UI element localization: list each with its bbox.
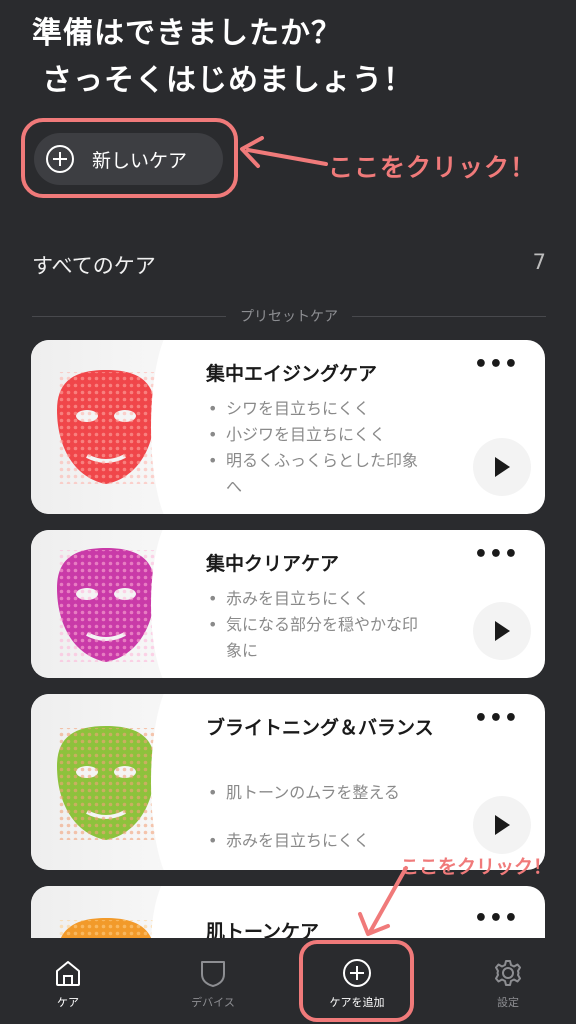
more-options-icon[interactable]: ••• — [474, 544, 519, 566]
tab-label: デバイス — [191, 996, 235, 1009]
arrow-down-icon — [358, 866, 408, 936]
all-care-label: すべてのケア — [32, 254, 156, 278]
divider-line — [32, 315, 226, 317]
care-card[interactable]: 集中エイジングケア シワを目立ちにくく 小ジワを目立ちにくく 明るくふっくらとし… — [31, 340, 545, 514]
play-button[interactable] — [473, 438, 531, 496]
more-options-icon[interactable]: ••• — [474, 354, 519, 376]
annotation-click-here-bottom: ここをクリック！ — [400, 856, 553, 878]
card-bullet: 赤みを目立ちにくく — [206, 828, 421, 854]
all-care-count: 7 — [532, 250, 546, 274]
card-bullet: 赤みを目立ちにくく — [206, 586, 421, 612]
bottom-tab-bar: ケア デバイス ケアを追加 設定 — [0, 938, 576, 1024]
preset-section-label: プリセットケア — [240, 309, 338, 325]
card-image — [31, 694, 211, 870]
card-title: 集中クリアケア — [206, 553, 340, 575]
new-care-button[interactable]: 新しいケア — [34, 133, 223, 185]
arrow-left-icon — [240, 136, 328, 168]
new-care-label: 新しいケア — [92, 149, 188, 172]
led-mask-icon — [57, 370, 155, 484]
gear-icon — [495, 960, 521, 986]
page-headline: 準備はできましたか？ さっそくはじめましょう！ — [32, 10, 414, 104]
card-bullet: 気になる部分を穏やかな印象に — [206, 612, 421, 664]
more-options-icon[interactable]: ••• — [474, 708, 519, 730]
add-care-highlight — [299, 940, 414, 1022]
all-care-row[interactable]: すべてのケア 7 — [32, 250, 546, 280]
headline-line-2: さっそくはじめましょう！ — [42, 63, 414, 98]
shield-icon — [201, 961, 225, 987]
card-bullet: シワを目立ちにくく — [206, 396, 421, 422]
card-bullets: 肌トーンのムラを整える 赤みを目立ちにくく — [206, 780, 421, 854]
tab-label: ケア — [57, 996, 79, 1009]
led-mask-icon — [57, 726, 155, 840]
divider-line — [352, 315, 546, 317]
card-bullets: シワを目立ちにくく 小ジワを目立ちにくく 明るくふっくらとした印象へ — [206, 396, 421, 500]
headline-line-1: 準備はできましたか？ — [32, 16, 342, 51]
preset-section-divider: プリセットケア — [32, 306, 546, 326]
card-image — [31, 340, 211, 514]
card-title: 集中エイジングケア — [206, 363, 378, 385]
play-button[interactable] — [473, 602, 531, 660]
annotation-click-here-top: ここをクリック！ — [328, 153, 537, 182]
play-button[interactable] — [473, 796, 531, 854]
care-card[interactable]: ブライトニング＆バランス 肌トーンのムラを整える 赤みを目立ちにくく ••• — [31, 694, 545, 870]
card-bullet: 肌トーンのムラを整える — [206, 780, 421, 806]
new-care-highlight: 新しいケア — [21, 118, 238, 198]
card-bullet: 明るくふっくらとした印象へ — [206, 448, 421, 500]
care-card[interactable]: 集中クリアケア 赤みを目立ちにくく 気になる部分を穏やかな印象に ••• — [31, 530, 545, 678]
card-bullet: 小ジワを目立ちにくく — [206, 422, 421, 448]
card-image — [31, 530, 211, 678]
tab-label: 設定 — [497, 996, 519, 1009]
led-mask-icon — [57, 548, 155, 662]
home-icon — [56, 961, 80, 986]
plus-circle-icon — [46, 145, 74, 173]
card-title: ブライトニング＆バランス — [206, 717, 434, 739]
more-options-icon[interactable]: ••• — [474, 908, 519, 930]
tab-settings[interactable]: 設定 — [453, 938, 563, 1024]
tab-device[interactable]: デバイス — [158, 938, 268, 1024]
tab-care[interactable]: ケア — [13, 938, 123, 1024]
card-bullets: 赤みを目立ちにくく 気になる部分を穏やかな印象に — [206, 586, 421, 664]
